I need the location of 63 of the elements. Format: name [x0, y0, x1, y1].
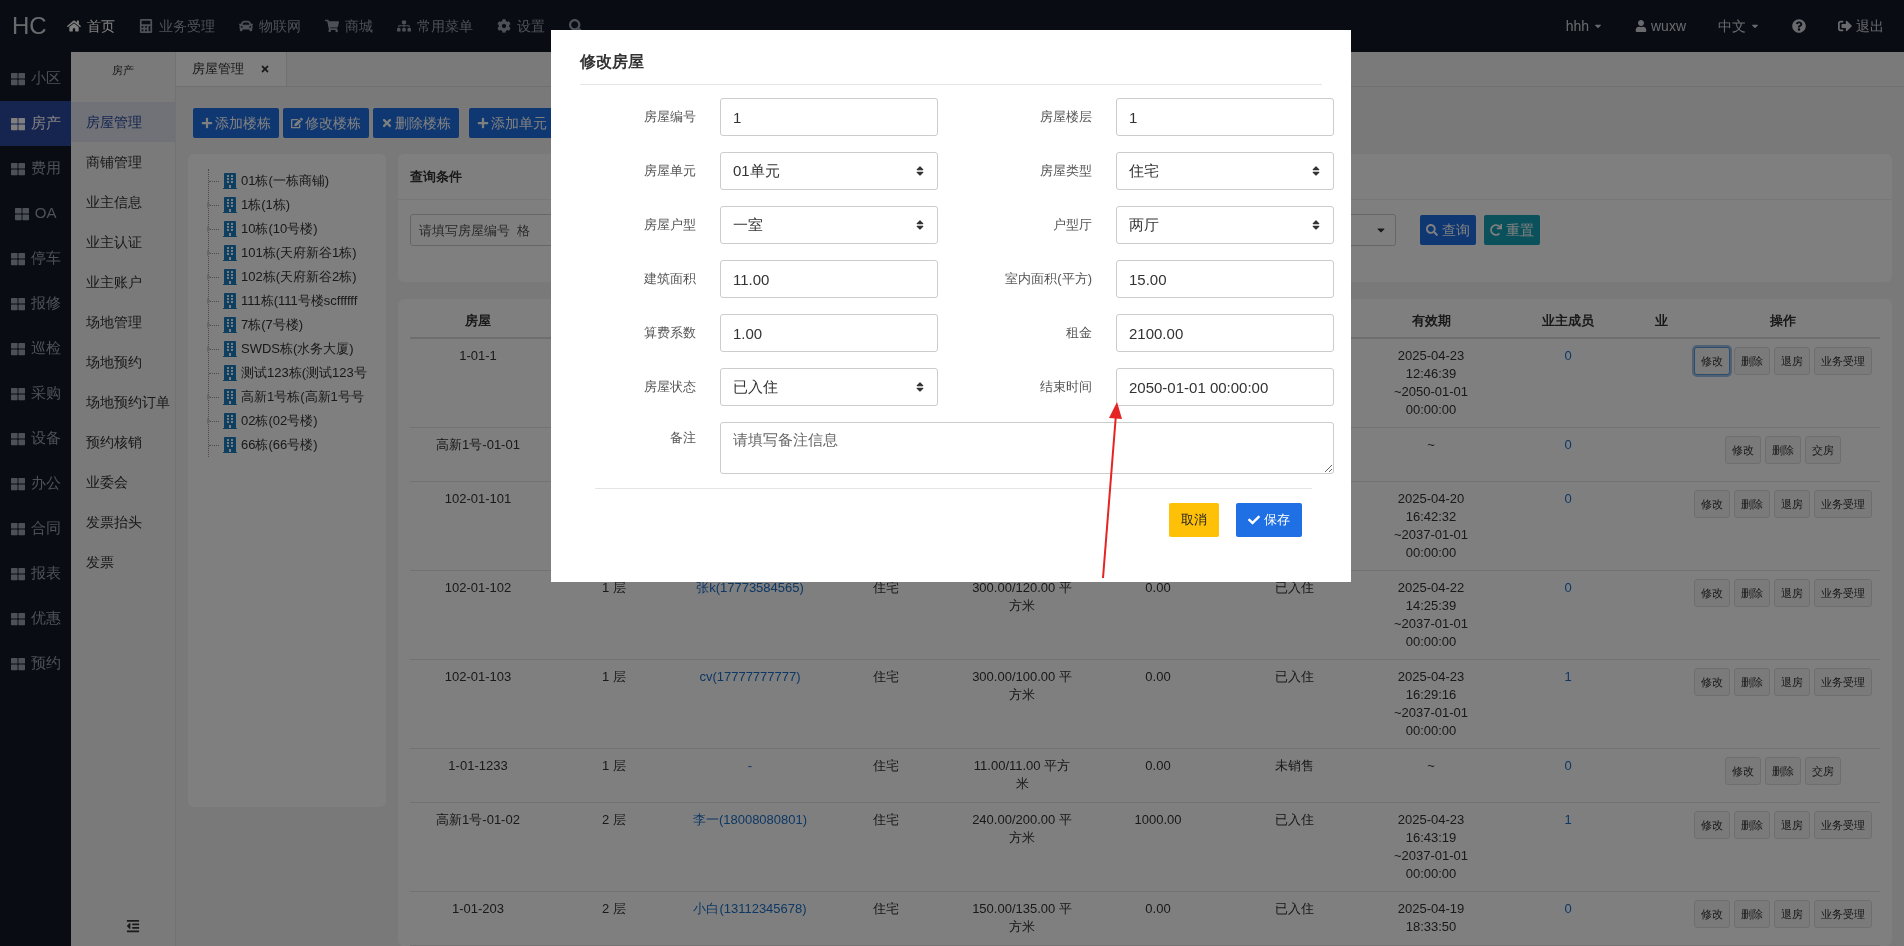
table-cell: 未销售: [1274, 757, 1314, 775]
table-cell: 2 层: [602, 811, 626, 829]
field-label: 算费系数: [644, 324, 696, 343]
table-cell-text: 2025-04-22 14:25:39 ~2037-01-01 00:00:00: [1392, 579, 1470, 651]
table-cell: ~: [1427, 757, 1435, 775]
field-label: 室内面积(平方): [1005, 270, 1092, 289]
field-label: 房屋编号: [644, 108, 696, 127]
field-label: 房屋类型: [1040, 162, 1092, 181]
field-label: 房屋楼层: [1040, 108, 1092, 127]
table-cell-text: 2025-04-23 16:29:16 ~2037-01-01 00:00:00: [1392, 668, 1470, 740]
table-cell: 住宅: [873, 757, 899, 775]
field-label: 结束时间: [1040, 378, 1092, 397]
field-label: 建筑面积: [644, 270, 696, 289]
table-cell-text: 2025-04-20 16:42:32 ~2037-01-01 00:00:00: [1392, 490, 1470, 562]
table-cell: ~: [1427, 436, 1435, 454]
table-cell: 已入住: [1274, 668, 1314, 686]
table-cell: 11.00/11.00 平方米: [972, 757, 1072, 793]
table-cell: 1 层: [602, 757, 626, 775]
panel-title: 查询条件: [410, 167, 462, 186]
table-cell: 300.00/100.00 平方米: [972, 668, 1072, 704]
field-label: 房屋状态: [644, 378, 696, 397]
table-cell: 已入住: [1274, 579, 1314, 597]
column-header: 操作: [1770, 312, 1796, 331]
column-header: 业: [1654, 312, 1668, 331]
table-cell: 已入住: [1274, 900, 1314, 918]
column-header: 业主成员: [1542, 312, 1594, 331]
table-cell: 150.00/135.00 平方米: [972, 900, 1072, 936]
table-cell: 102-01-101: [444, 490, 512, 508]
field-label: 房屋户型: [644, 216, 696, 235]
table-cell: 高新1号-01-01: [436, 436, 520, 454]
table-cell: 300.00/120.00 平方米: [972, 579, 1072, 615]
field-label: 房屋单元: [644, 162, 696, 181]
table-cell: 1 层: [602, 579, 626, 597]
field-label: 租金: [1066, 324, 1092, 343]
table-cell-text: 2025-04-23 12:46:39 ~2050-01-01 00:00:00: [1392, 347, 1470, 419]
sidebar-title: 房产: [112, 62, 135, 78]
table-cell: 2 层: [602, 900, 626, 918]
table-cell-text: 2025-04-19 18:33:50: [1396, 900, 1466, 936]
table-cell: 1-01-1: [459, 347, 497, 365]
table-cell: 已入住: [1274, 811, 1314, 829]
table-cell-text: 2025-04-23 16:43:19 ~2037-01-01 00:00:00: [1392, 811, 1470, 883]
table-cell: 102-01-103: [444, 668, 512, 686]
field-label: 备注: [670, 429, 696, 447]
table-cell: 1-01-203: [451, 900, 504, 918]
table-cell: 0.00: [1145, 579, 1171, 597]
column-header: 有效期: [1411, 312, 1451, 331]
table-cell: 高新1号-01-02: [436, 811, 520, 829]
column-header: 房屋: [465, 312, 491, 331]
table-cell: 住宅: [873, 579, 899, 597]
dialog-title: 修改房屋: [580, 53, 644, 70]
field-label: 户型厅: [1053, 216, 1092, 235]
table-cell: 住宅: [873, 811, 899, 829]
table-cell: 102-01-102: [444, 579, 512, 597]
table-cell: 住宅: [873, 900, 899, 918]
table-cell: 240.00/200.00 平方米: [972, 811, 1072, 847]
table-cell: 1000.00: [1134, 811, 1182, 829]
table-cell: 1-01-1233: [448, 757, 508, 775]
table-cell: 住宅: [873, 668, 899, 686]
table-cell: 0.00: [1145, 757, 1171, 775]
table-cell: 0.00: [1145, 668, 1171, 686]
table-cell: 0.00: [1145, 900, 1171, 918]
brand-logo: HC: [12, 11, 47, 41]
table-cell: 1 层: [602, 668, 626, 686]
